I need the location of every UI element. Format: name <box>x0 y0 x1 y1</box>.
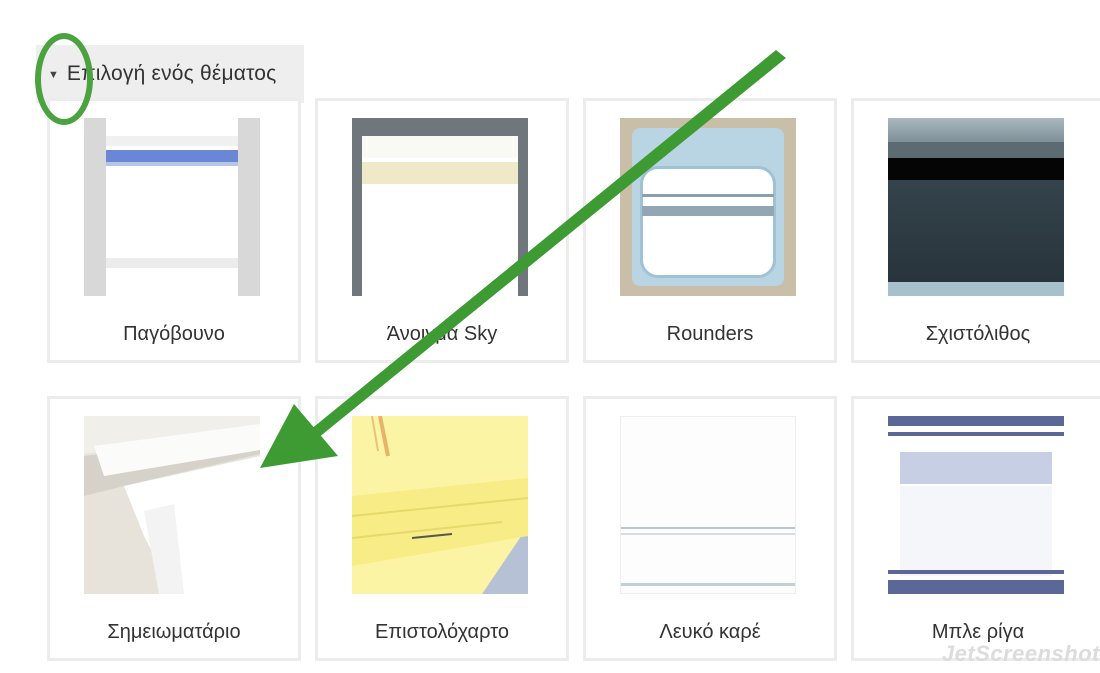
theme-card-lefko-kare[interactable]: Λευκό καρέ <box>583 396 837 661</box>
theme-card-epistoloxarto[interactable]: Επιστολόχαρτο <box>315 396 569 661</box>
theme-preview-lefko-kare <box>620 416 796 594</box>
theme-picker-label: Επιλογή ενός θέματος <box>66 62 277 85</box>
theme-card-sxistolithos[interactable]: Σχιστόλιθος <box>851 98 1100 363</box>
theme-label: Σημειωματάριο <box>107 621 241 643</box>
theme-preview-anoigma-sky <box>352 118 528 296</box>
theme-label: Σχιστόλιθος <box>925 323 1031 345</box>
theme-preview-simeiomatario <box>84 416 260 594</box>
watermark-text: JetScreenshot <box>941 641 1100 666</box>
theme-card-rounders[interactable]: Rounders <box>583 98 837 363</box>
paper-sheets-graphic <box>84 416 260 594</box>
legal-pad-graphic <box>352 416 528 594</box>
theme-card-anoigma-sky[interactable]: Άνοιγμα Sky <box>315 98 569 363</box>
theme-preview-epistoloxarto <box>352 416 528 594</box>
theme-label: Rounders <box>666 323 754 345</box>
theme-preview-mple-riga <box>888 416 1064 594</box>
theme-card-simeiomatario[interactable]: Σημειωματάριο <box>47 396 301 661</box>
theme-card-mple-riga[interactable]: Μπλε ρίγα <box>851 396 1100 661</box>
triangle-down-icon: ▼ <box>48 68 59 81</box>
theme-preview-sxistolithos <box>888 118 1064 296</box>
theme-label: Λευκό καρέ <box>659 621 761 643</box>
theme-preview-rounders <box>620 118 796 296</box>
theme-label: Παγόβουνο <box>123 323 225 345</box>
theme-label: Άνοιγμα Sky <box>386 323 498 345</box>
theme-preview-pagovouno <box>84 118 260 296</box>
theme-card-pagovouno[interactable]: Παγόβουνο <box>47 98 301 363</box>
theme-label: Επιστολόχαρτο <box>375 621 509 643</box>
theme-picker-toggle[interactable]: ▼ Επιλογή ενός θέματος <box>36 45 304 103</box>
